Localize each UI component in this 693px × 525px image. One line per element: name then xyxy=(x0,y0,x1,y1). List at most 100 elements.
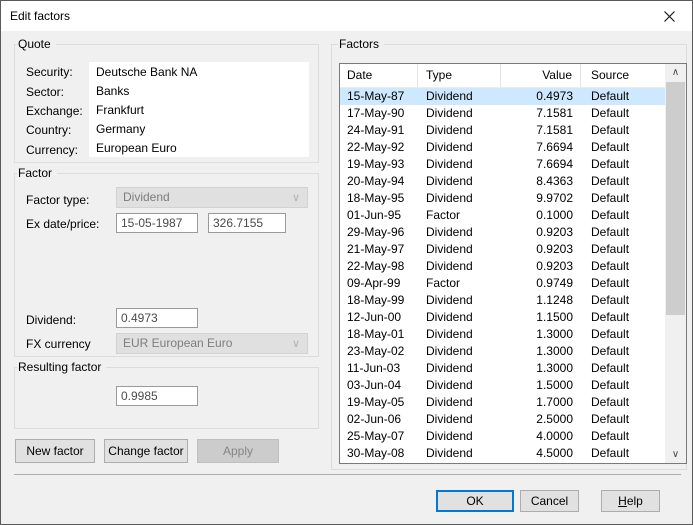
help-button[interactable]: Help xyxy=(601,490,660,512)
table-row[interactable]: 25-May-07Dividend4.0000Default xyxy=(340,428,665,445)
table-cell: 17-May-90 xyxy=(340,105,418,122)
table-cell: Dividend xyxy=(418,394,501,411)
close-icon xyxy=(664,11,675,22)
factors-table-header: Date Type Value Source xyxy=(340,64,665,88)
table-cell: 2.5000 xyxy=(501,411,581,428)
table-cell: Default xyxy=(581,105,665,122)
ok-button[interactable]: OK xyxy=(436,490,514,512)
change-factor-button[interactable]: Change factor xyxy=(104,439,188,463)
table-cell: 4.5000 xyxy=(501,445,581,462)
table-cell: 1.3000 xyxy=(501,360,581,377)
column-header-type[interactable]: Type xyxy=(418,64,501,87)
exchange-value: Frankfurt xyxy=(96,103,144,117)
table-row[interactable]: 30-May-08Dividend4.5000Default xyxy=(340,445,665,462)
table-row[interactable]: 18-May-01Dividend1.3000Default xyxy=(340,326,665,343)
table-row[interactable]: 03-Jun-04Dividend1.5000Default xyxy=(340,377,665,394)
column-header-value[interactable]: Value xyxy=(501,64,581,87)
resulting-factor-input[interactable] xyxy=(116,386,198,406)
table-row[interactable]: 02-Jun-06Dividend2.5000Default xyxy=(340,411,665,428)
table-cell: Default xyxy=(581,88,665,105)
country-label: Country: xyxy=(26,123,71,137)
edit-factors-dialog: Edit factors Quote Security: Sector: Exc… xyxy=(0,0,693,525)
close-button[interactable] xyxy=(647,1,692,31)
ex-date-input[interactable] xyxy=(116,213,198,233)
currency-value: European Euro xyxy=(96,141,177,155)
ex-date-price-label: Ex date/price: xyxy=(26,217,99,231)
table-row[interactable]: 29-May-96Dividend0.9203Default xyxy=(340,224,665,241)
table-cell: 18-May-01 xyxy=(340,326,418,343)
table-cell: 19-May-93 xyxy=(340,156,418,173)
table-cell: Default xyxy=(581,156,665,173)
table-cell: Default xyxy=(581,241,665,258)
table-cell: Factor xyxy=(418,275,501,292)
new-factor-button[interactable]: New factor xyxy=(15,439,95,463)
apply-button[interactable]: Apply xyxy=(197,439,279,463)
table-row[interactable]: 19-May-05Dividend1.7000Default xyxy=(340,394,665,411)
table-row[interactable]: 22-May-92Dividend7.6694Default xyxy=(340,139,665,156)
table-cell: 09-Apr-99 xyxy=(340,275,418,292)
factors-group-label: Factors xyxy=(338,37,384,51)
table-row[interactable]: 22-May-98Dividend0.9203Default xyxy=(340,258,665,275)
table-cell: 24-May-91 xyxy=(340,122,418,139)
table-row[interactable]: 19-May-93Dividend7.6694Default xyxy=(340,156,665,173)
currency-label: Currency: xyxy=(26,143,78,157)
factors-scrollbar[interactable]: ∧ ∨ xyxy=(665,64,686,463)
table-row[interactable]: 11-Jun-03Dividend1.3000Default xyxy=(340,360,665,377)
scroll-up-icon[interactable]: ∧ xyxy=(665,64,686,81)
table-row[interactable]: 21-May-97Dividend0.9203Default xyxy=(340,241,665,258)
column-header-source[interactable]: Source xyxy=(581,64,665,87)
table-row[interactable]: 09-Apr-99Factor0.9749Default xyxy=(340,275,665,292)
table-cell: 0.9203 xyxy=(501,224,581,241)
table-cell: Default xyxy=(581,275,665,292)
dividend-label: Dividend: xyxy=(26,313,76,327)
table-cell: 1.1248 xyxy=(501,292,581,309)
table-cell: 01-Jun-95 xyxy=(340,207,418,224)
column-header-date[interactable]: Date xyxy=(340,64,418,87)
chevron-down-icon: ∨ xyxy=(292,189,300,208)
footer-separator xyxy=(14,474,681,475)
table-cell: Dividend xyxy=(418,292,501,309)
table-row[interactable]: 12-Jun-00Dividend1.1500Default xyxy=(340,309,665,326)
table-cell: Default xyxy=(581,207,665,224)
table-cell: Dividend xyxy=(418,224,501,241)
fx-currency-value: EUR European Euro xyxy=(123,336,232,350)
table-cell: 15-May-87 xyxy=(340,88,418,105)
table-row[interactable]: 20-May-94Dividend8.4363Default xyxy=(340,173,665,190)
table-cell: 1.5000 xyxy=(501,377,581,394)
fx-currency-select[interactable]: EUR European Euro ∨ xyxy=(116,333,308,354)
table-cell: 23-May-02 xyxy=(340,343,418,360)
table-cell: Dividend xyxy=(418,156,501,173)
table-cell: Dividend xyxy=(418,139,501,156)
table-cell: 22-May-98 xyxy=(340,258,418,275)
table-row[interactable]: 17-May-90Dividend7.1581Default xyxy=(340,105,665,122)
table-cell: 1.1500 xyxy=(501,309,581,326)
factor-type-value: Dividend xyxy=(123,190,170,204)
table-cell: 19-May-05 xyxy=(340,394,418,411)
table-cell: 7.6694 xyxy=(501,139,581,156)
dividend-input[interactable] xyxy=(116,308,198,328)
ex-price-input[interactable] xyxy=(208,213,286,233)
table-row[interactable]: 18-May-95Dividend9.9702Default xyxy=(340,190,665,207)
title-bar: Edit factors xyxy=(1,1,692,31)
country-value: Germany xyxy=(96,122,145,136)
table-cell: 8.4363 xyxy=(501,173,581,190)
scrollbar-thumb[interactable] xyxy=(666,82,685,315)
table-cell: 1.3000 xyxy=(501,343,581,360)
table-row[interactable]: 18-May-99Dividend1.1248Default xyxy=(340,292,665,309)
table-row[interactable]: 24-May-91Dividend7.1581Default xyxy=(340,122,665,139)
table-cell: Default xyxy=(581,190,665,207)
factor-type-select[interactable]: Dividend ∨ xyxy=(116,187,308,208)
scroll-down-icon[interactable]: ∨ xyxy=(665,446,686,463)
cancel-button[interactable]: Cancel xyxy=(520,490,579,512)
table-cell: 20-May-94 xyxy=(340,173,418,190)
table-row[interactable]: 15-May-87Dividend0.4973Default xyxy=(340,88,665,105)
dialog-title: Edit factors xyxy=(10,9,70,23)
table-row[interactable]: 01-Jun-95Factor0.1000Default xyxy=(340,207,665,224)
table-cell: 03-Jun-04 xyxy=(340,377,418,394)
table-cell: Default xyxy=(581,258,665,275)
quote-values-panel: Deutsche Bank NA Banks Frankfurt Germany… xyxy=(89,62,309,157)
factor-group-label: Factor xyxy=(17,166,57,180)
table-row[interactable]: 23-May-02Dividend1.3000Default xyxy=(340,343,665,360)
table-cell: Dividend xyxy=(418,122,501,139)
table-cell: Dividend xyxy=(418,241,501,258)
